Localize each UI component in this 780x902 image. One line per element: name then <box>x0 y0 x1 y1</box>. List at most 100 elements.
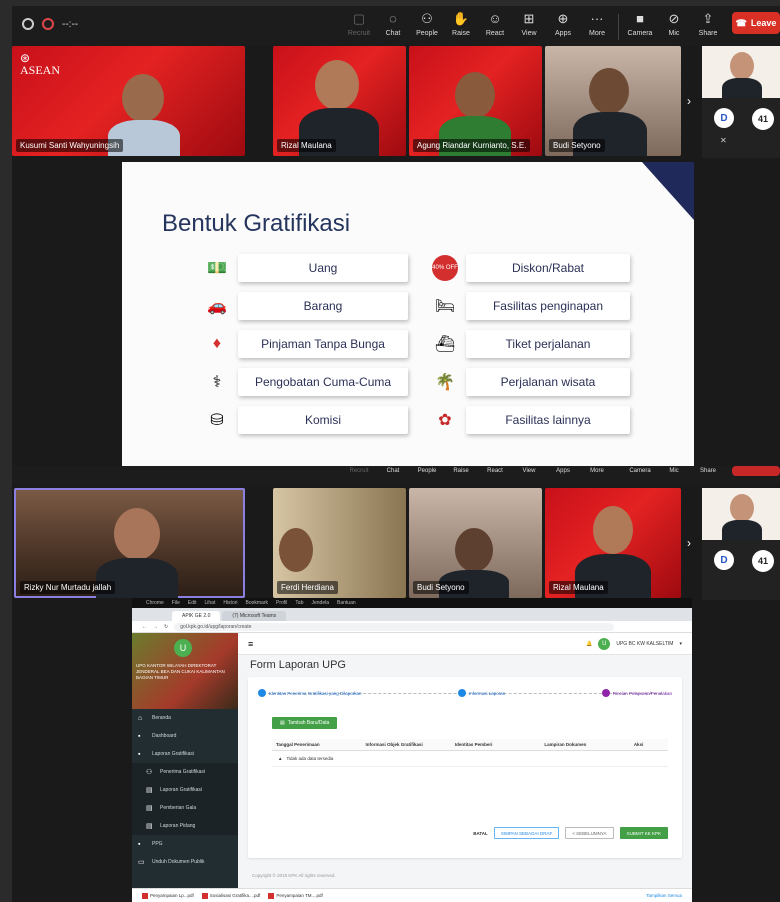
react-button[interactable]: React <box>478 468 512 474</box>
more-button[interactable]: ··· More <box>580 10 614 40</box>
leave-button[interactable]: ☎ Leave <box>732 12 780 34</box>
sidebar-item-ppg[interactable]: ▪ PPG <box>132 835 238 853</box>
reload-icon[interactable]: ↻ <box>164 624 168 630</box>
save-draft-button[interactable]: SIMPAN SEBAGAI DRAF <box>493 827 560 839</box>
meeting-window-top: --:-- ▢ Recruit ◌ Chat ⚇ People ✋ Raise ☺ Rea… <box>12 6 780 468</box>
more-count-badge[interactable]: 41 <box>752 108 774 130</box>
recruit-button[interactable]: Recruit <box>342 468 376 474</box>
side-participants: D 41 <box>702 488 780 600</box>
browser-tab-bar: APIK GE 2.0 (7) Microsoft Teams <box>132 608 692 621</box>
avatar[interactable]: D <box>714 550 734 570</box>
share-button[interactable]: ⇪ Share <box>691 10 725 40</box>
avatar[interactable]: D <box>714 108 734 128</box>
menu-item[interactable]: Edit <box>188 600 197 606</box>
menu-item[interactable]: Jendela <box>311 600 329 606</box>
menu-item[interactable]: Chrome <box>146 600 164 606</box>
sidebar-item-label: PPG <box>152 841 163 847</box>
gratification-label: Barang <box>238 292 408 320</box>
add-data-button[interactable]: ▤ Tambah Baru/Data <box>272 717 338 729</box>
sidebar-item-unduh[interactable]: ▭ Unduh Dokumen Publik <box>132 853 238 871</box>
mic-button[interactable]: ⊘ Mic <box>657 10 691 40</box>
document-icon: ▤ <box>146 823 153 830</box>
raise-button[interactable]: Raise <box>444 468 478 474</box>
download-item[interactable]: Penyampaian Lp...pdf <box>142 892 194 899</box>
mic-off-icon: ✕ <box>720 136 727 145</box>
step-1[interactable]: Identitas Penerima Gratifikasi yang Dila… <box>258 689 362 697</box>
bell-icon[interactable]: 🔔 <box>586 641 592 647</box>
menu-item[interactable]: Bantuan <box>337 600 356 606</box>
menu-item[interactable]: Profil <box>276 600 287 606</box>
menu-item[interactable]: Lihat <box>204 600 215 606</box>
people-button[interactable]: People <box>410 468 444 474</box>
url-input[interactable]: gol.kpk.go.id/upg/laporan/create <box>174 622 615 631</box>
video-tile[interactable]: Ferdi Herdiana <box>273 488 406 598</box>
gift-icon: ✿ <box>438 412 452 429</box>
camera-button[interactable]: Camera <box>623 468 657 474</box>
back-icon[interactable]: ← <box>142 624 147 630</box>
video-tile[interactable]: Budi Setyono <box>409 488 542 598</box>
view-button[interactable]: ⊞ View <box>512 10 546 40</box>
apps-button[interactable]: ⊕ Apps <box>546 10 580 40</box>
forward-icon[interactable]: → <box>153 624 158 630</box>
hamburger-icon[interactable]: ≡ <box>248 639 253 649</box>
menu-item[interactable]: Bookmark <box>246 600 269 606</box>
submit-button[interactable]: SUBMIT KE KPK <box>619 827 668 839</box>
leave-button[interactable] <box>732 466 780 476</box>
step-3[interactable]: Rincian Pelaporan/Penolakan <box>601 689 672 697</box>
chevron-right-icon[interactable]: › <box>687 94 691 108</box>
os-menu-bar: Chrome File Edit Lihat Histori Bookmark … <box>132 598 692 608</box>
participant-name: Rizal Maulana <box>277 139 336 152</box>
mic-button[interactable]: Mic <box>657 468 691 474</box>
step-2[interactable]: Informasi Laporan <box>457 689 505 697</box>
browser-tab[interactable]: APIK GE 2.0 <box>172 611 221 621</box>
download-item[interactable]: Sosialisasi Gratifika....pdf <box>201 892 260 899</box>
more-count-badge[interactable]: 41 <box>752 550 774 572</box>
previous-button[interactable]: < SEBELUMNYA <box>565 827 614 839</box>
chevron-right-icon[interactable]: › <box>687 536 691 550</box>
recruit-button[interactable]: ▢ Recruit <box>342 10 376 40</box>
browser-tab[interactable]: (7) Microsoft Teams <box>222 611 287 621</box>
sidebar-item-laporan[interactable]: ▪ Laporan Gratifikasi <box>132 745 238 763</box>
react-button[interactable]: ☺ React <box>478 10 512 40</box>
view-button[interactable]: View <box>512 468 546 474</box>
video-tile[interactable]: Rizal Maulana <box>545 488 681 598</box>
sidebar-item-beranda[interactable]: ⌂ Beranda <box>132 709 238 727</box>
camera-button[interactable]: ■ Camera <box>623 10 657 40</box>
menu-item[interactable]: Tab <box>295 600 303 606</box>
gratification-item: 💵 Uang <box>202 254 408 282</box>
more-button[interactable]: More <box>580 468 614 474</box>
show-all-downloads-link[interactable]: Tampilkan Semua <box>646 893 692 898</box>
video-tile[interactable]: Rizal Maulana <box>273 46 406 156</box>
chat-button[interactable]: ◌ Chat <box>376 10 410 40</box>
menu-item[interactable]: File <box>172 600 180 606</box>
video-tile[interactable] <box>702 488 780 540</box>
chat-label: Chat <box>385 30 401 37</box>
sidebar-item-penerima[interactable]: ⚇ Penerima Gratifikasi <box>132 763 238 781</box>
menu-item[interactable]: Histori <box>223 600 237 606</box>
people-button[interactable]: ⚇ People <box>410 10 444 40</box>
video-tile[interactable]: Budi Setyono <box>545 46 681 156</box>
car-icon: 🚗 <box>207 298 227 315</box>
gratification-item: ⛴ Tiket perjalanan <box>430 330 630 358</box>
column-header: Identitas Pemberi <box>454 742 493 747</box>
gratification-label: Uang <box>238 254 408 282</box>
raise-button[interactable]: ✋ Raise <box>444 10 478 40</box>
gratification-item: 🌴 Perjalanan wisata <box>430 368 630 396</box>
form-stepper: Identitas Penerima Gratifikasi yang Dila… <box>258 689 672 697</box>
video-tile[interactable] <box>702 46 780 98</box>
gratification-label: Tiket perjalanan <box>466 330 630 358</box>
video-tile-active-speaker[interactable]: Rizky Nur Murtadu jallah <box>14 488 245 598</box>
cancel-button[interactable]: BATAL <box>473 831 488 836</box>
sidebar-item-pidang[interactable]: ▤ Laporan Pidang <box>132 817 238 835</box>
apps-button[interactable]: Apps <box>546 468 580 474</box>
download-item[interactable]: Penyampaian TM....pdf <box>268 892 323 899</box>
chat-button[interactable]: Chat <box>376 468 410 474</box>
sidebar-item-laporan-gratifikasi[interactable]: ▤ Laporan Gratifikasi <box>132 781 238 799</box>
sidebar-item-pemberian[interactable]: ▤ Pemberian Gala <box>132 799 238 817</box>
share-button[interactable]: Share <box>691 468 725 474</box>
video-tile[interactable]: Agung Riandar Kurnianto, S.E. <box>409 46 542 156</box>
sidebar-item-dashboard[interactable]: ▪ Dashboard <box>132 727 238 745</box>
user-menu[interactable]: 🔔 U UPG BC KW KALSELTIM ▾ <box>586 637 682 650</box>
app-topbar: ≡ 🔔 U UPG BC KW KALSELTIM ▾ <box>238 633 692 655</box>
video-tile[interactable]: ⊛ ASEAN Kusumi Santi Wahyuningsih <box>12 46 245 156</box>
